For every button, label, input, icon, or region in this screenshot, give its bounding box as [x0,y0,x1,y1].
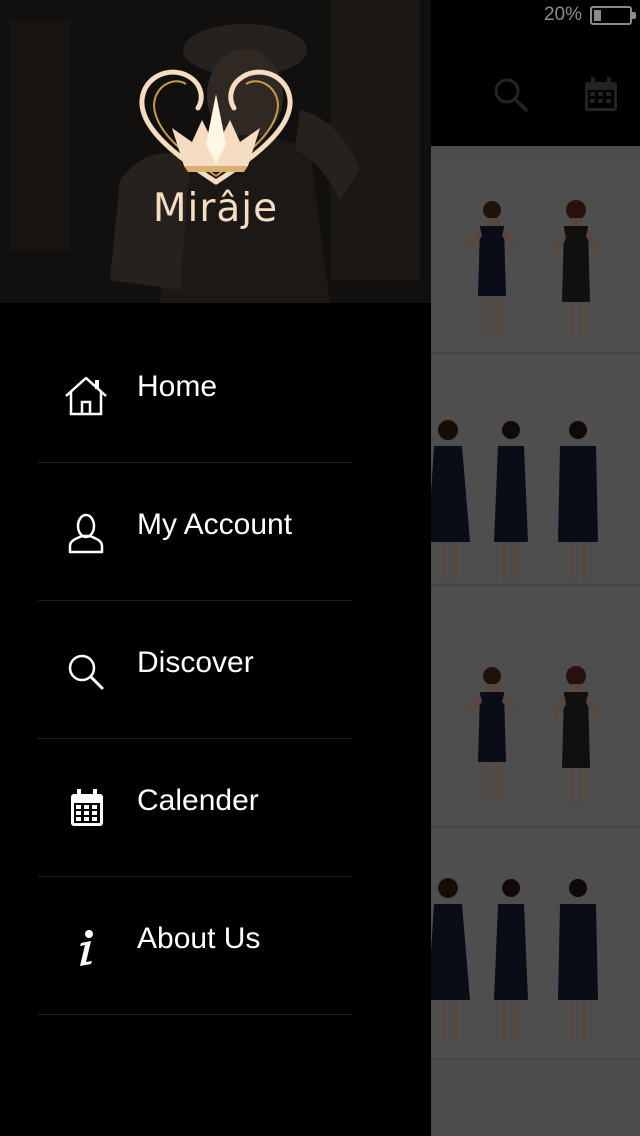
search-icon [62,650,110,694]
menu-item-calender[interactable]: Calender [38,739,352,877]
battery-icon [590,6,636,25]
drawer-menu: Home My Account Discover Calender About … [38,325,352,1015]
menu-item-home[interactable]: Home [38,325,352,463]
menu-label: Home [137,370,218,403]
home-icon [62,374,110,418]
menu-item-about-us[interactable]: About Us [38,877,352,1015]
brand-logo-text: Mirâje [152,186,279,231]
user-icon [62,512,110,556]
menu-label: Calender [137,784,259,817]
menu-label: My Account [137,508,293,541]
crown-heart-logo [139,69,293,185]
battery-percentage: 20% [543,4,582,25]
battery-level [594,10,601,21]
menu-item-discover[interactable]: Discover [38,601,352,739]
menu-label: About Us [137,922,261,955]
calendar-icon [62,788,110,832]
menu-label: Discover [137,646,254,679]
navigation-drawer: Mirâje Home My Account Discover Calender [0,0,431,1136]
menu-item-my-account[interactable]: My Account [38,463,352,601]
info-icon [62,926,110,970]
drawer-header: Mirâje [0,0,431,303]
status-bar: 20% [430,0,640,30]
